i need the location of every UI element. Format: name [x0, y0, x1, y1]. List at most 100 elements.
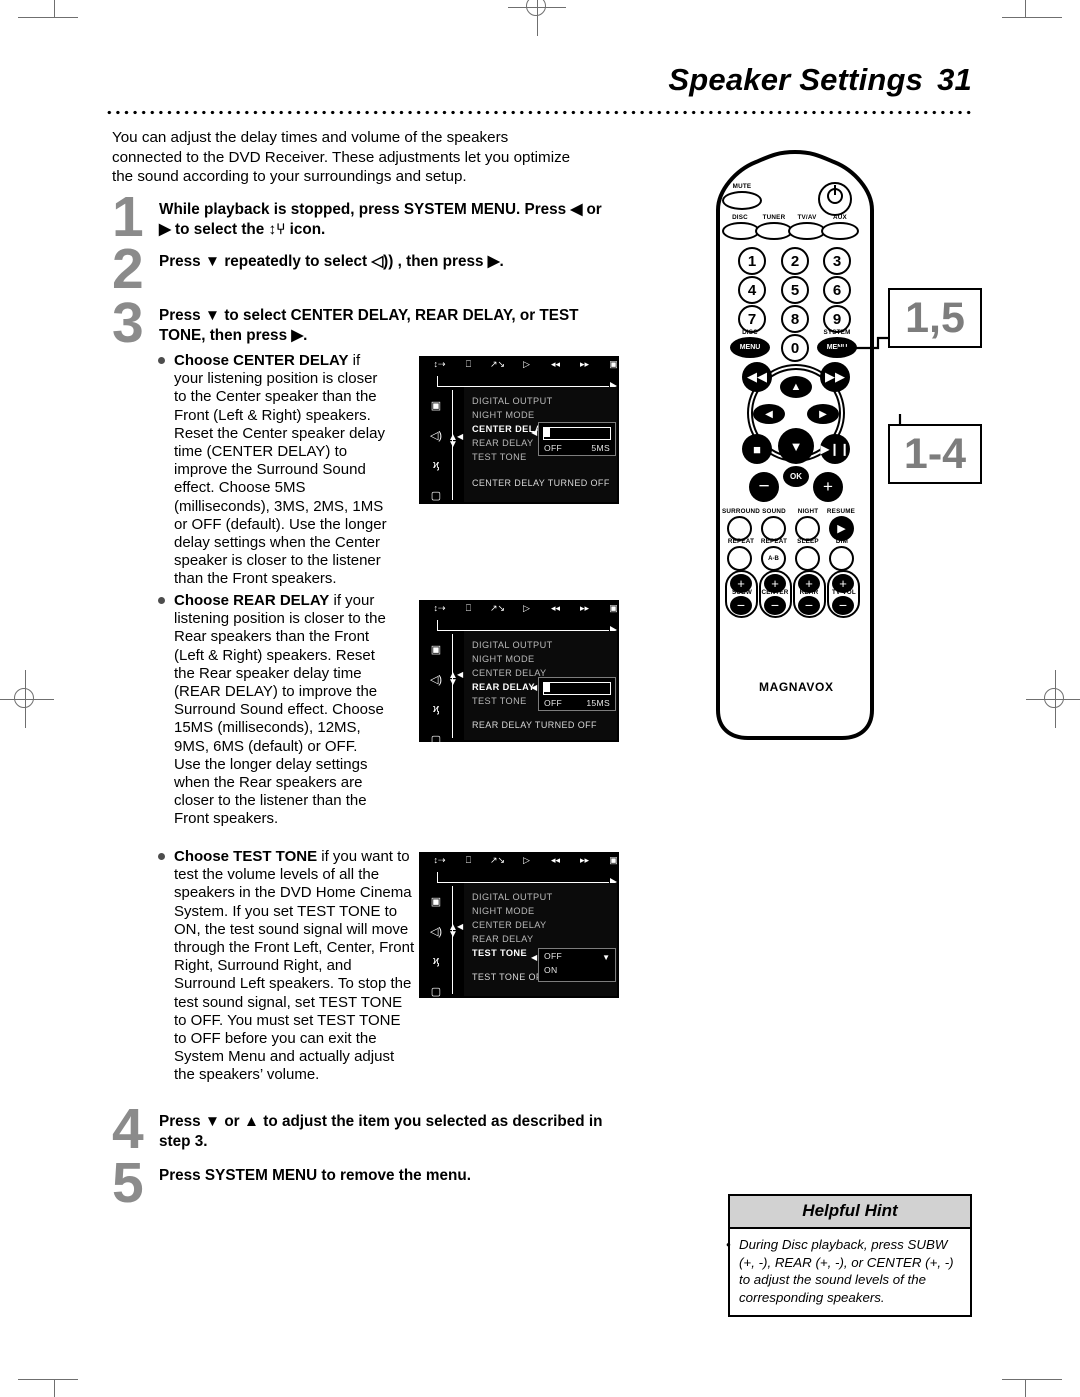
osd-value-pointer-icon: ◀ — [531, 428, 538, 437]
plus-icon: + — [839, 575, 847, 591]
dropdown-option[interactable]: ON — [539, 963, 615, 977]
feature-icon[interactable]: ▢ — [421, 480, 451, 510]
volume-down-button[interactable]: − — [749, 472, 779, 502]
number-button-8[interactable]: 8 — [781, 305, 809, 333]
feature-icon[interactable]: ▢ — [421, 976, 451, 1006]
audio-icon[interactable]: ↗↘ — [483, 855, 512, 866]
language-icon[interactable]: ϗ — [421, 450, 451, 480]
picture-icon[interactable]: ▣ — [421, 634, 451, 664]
bullet-center-delay: Choose CENTER DELAY if your listening po… — [158, 352, 390, 589]
display-icon[interactable]: ▣ — [599, 855, 628, 866]
slider-knob[interactable] — [544, 683, 550, 692]
picture-icon[interactable]: ▣ — [421, 390, 451, 420]
slider-knob[interactable] — [544, 428, 550, 437]
osd-menu-item[interactable]: NIGHT MODE — [464, 652, 617, 666]
dim-label: DIM — [835, 538, 849, 545]
stop-button[interactable]: ■ — [742, 434, 772, 464]
display-icon[interactable]: ▣ — [599, 359, 628, 370]
resume-label: RESUME — [826, 508, 856, 515]
osd-value-box-rear-delay[interactable]: OFF 15MS — [538, 677, 616, 711]
bullet-rear-delay-lead: Choose REAR DELAY — [174, 592, 330, 609]
repeat-ab-button[interactable]: A-B — [761, 546, 786, 571]
osd-menu-item[interactable]: DIGITAL OUTPUT — [464, 394, 617, 408]
nav-up-button[interactable]: ▲ — [780, 376, 812, 398]
resume-icon: ▶ — [837, 523, 846, 535]
nav-left-button[interactable]: ◀ — [753, 404, 785, 424]
subtitle-icon[interactable]: ⎕ — [454, 603, 483, 614]
osd-menu-item[interactable]: DIGITAL OUTPUT — [464, 890, 617, 904]
crop-mark-top-right-h — [1002, 17, 1062, 18]
slider-max-label: 5MS — [591, 443, 610, 453]
play-icon[interactable]: ▷ — [512, 359, 541, 370]
forward-icon[interactable]: ▸▸ — [570, 855, 599, 866]
osd-flow-arrow — [437, 872, 617, 886]
aux-source-button[interactable] — [821, 222, 859, 240]
plus-icon: + — [737, 575, 745, 591]
rewind-icon[interactable]: ◂◂ — [541, 603, 570, 614]
audio-icon[interactable]: ↗↘ — [483, 603, 512, 614]
prev-track-button[interactable]: ◀◀ — [742, 362, 772, 392]
plus-icon: + — [771, 575, 779, 591]
number-button-1[interactable]: 1 — [738, 247, 766, 275]
number-button-3[interactable]: 3 — [823, 247, 851, 275]
osd-menu-item[interactable]: CENTER DELAY — [464, 918, 617, 932]
center-minus-button[interactable]: − — [764, 596, 786, 615]
subtitle-icon[interactable]: ⎕ — [454, 359, 483, 370]
speaker-icon[interactable]: ◁) — [421, 420, 451, 450]
number-button-5[interactable]: 5 — [781, 276, 809, 304]
bullet-rear-delay-body: your listening position is closer to the… — [174, 592, 386, 828]
language-icon[interactable]: ϗ — [421, 694, 451, 724]
crop-mark-top-left-h — [18, 17, 78, 18]
sleep-button[interactable] — [795, 546, 820, 571]
hint-bullet-icon: • — [726, 1237, 731, 1252]
step-1: 1 While playback is stopped, press SYSTE… — [112, 189, 612, 246]
repeat-button[interactable] — [727, 546, 752, 571]
osd-status-text: REAR DELAY TURNED OFF — [472, 720, 597, 730]
language-icon[interactable]: ϗ — [421, 946, 451, 976]
subw-minus-button[interactable]: − — [730, 596, 752, 615]
dim-button[interactable] — [829, 546, 854, 571]
forward-icon[interactable]: ▸▸ — [570, 603, 599, 614]
feature-icon[interactable]: ▢ — [421, 724, 451, 754]
osd-menu-item[interactable]: NIGHT MODE — [464, 408, 617, 422]
minus-icon: − — [838, 597, 848, 613]
number-button-4[interactable]: 4 — [738, 276, 766, 304]
osd-value-pointer-icon: ◀ — [531, 953, 538, 962]
osd-menu-item[interactable]: REAR DELAY — [464, 932, 617, 946]
osd-value-box-center-delay[interactable]: OFF 5MS — [538, 422, 616, 456]
audio-icon[interactable]: ↗↘ — [483, 359, 512, 370]
subtitle-icon[interactable]: ⎕ — [454, 855, 483, 866]
osd-menu-item[interactable]: DIGITAL OUTPUT — [464, 638, 617, 652]
slider-track[interactable] — [543, 427, 611, 440]
rear-minus-button[interactable]: − — [798, 596, 820, 615]
number-button-2[interactable]: 2 — [781, 247, 809, 275]
play-icon[interactable]: ▷ — [512, 603, 541, 614]
speaker-icon[interactable]: ◁) — [421, 664, 451, 694]
forward-icon[interactable]: ▸▸ — [570, 359, 599, 370]
rewind-icon[interactable]: ◂◂ — [541, 855, 570, 866]
slider-track[interactable] — [543, 682, 611, 695]
play-icon[interactable]: ▷ — [512, 855, 541, 866]
tuner-icon[interactable]: ↕⇢ — [425, 359, 454, 370]
step-4-text: Press ▼ or ▲ to adjust the item you sele… — [159, 1113, 603, 1150]
nav-down-button[interactable]: ▼ — [778, 428, 814, 464]
tvvol-minus-button[interactable]: − — [832, 596, 854, 615]
disc-menu-button[interactable]: MENU — [730, 337, 770, 358]
display-icon[interactable]: ▣ — [599, 603, 628, 614]
mute-button[interactable] — [722, 191, 762, 210]
picture-icon[interactable]: ▣ — [421, 886, 451, 916]
bullet-test-tone-lead-tail: if you — [317, 848, 358, 865]
tuner-icon[interactable]: ↕⇢ — [425, 603, 454, 614]
speaker-icon[interactable]: ◁) — [421, 916, 451, 946]
chevron-down-icon[interactable]: ▼ — [602, 953, 610, 962]
tuner-icon[interactable]: ↕⇢ — [425, 855, 454, 866]
osd-flow-arrow — [437, 376, 617, 390]
bullet-test-tone-lead: Choose TEST TONE — [174, 848, 318, 865]
ok-button[interactable]: OK — [783, 466, 809, 487]
osd-value-box-test-tone[interactable]: OFF ON ▼ — [538, 948, 616, 982]
number-button-0[interactable]: 0 — [781, 334, 809, 362]
page-number: 31 — [937, 62, 972, 97]
rewind-icon[interactable]: ◂◂ — [541, 359, 570, 370]
osd-menu-item[interactable]: NIGHT MODE — [464, 904, 617, 918]
plus-icon: + — [805, 575, 813, 591]
